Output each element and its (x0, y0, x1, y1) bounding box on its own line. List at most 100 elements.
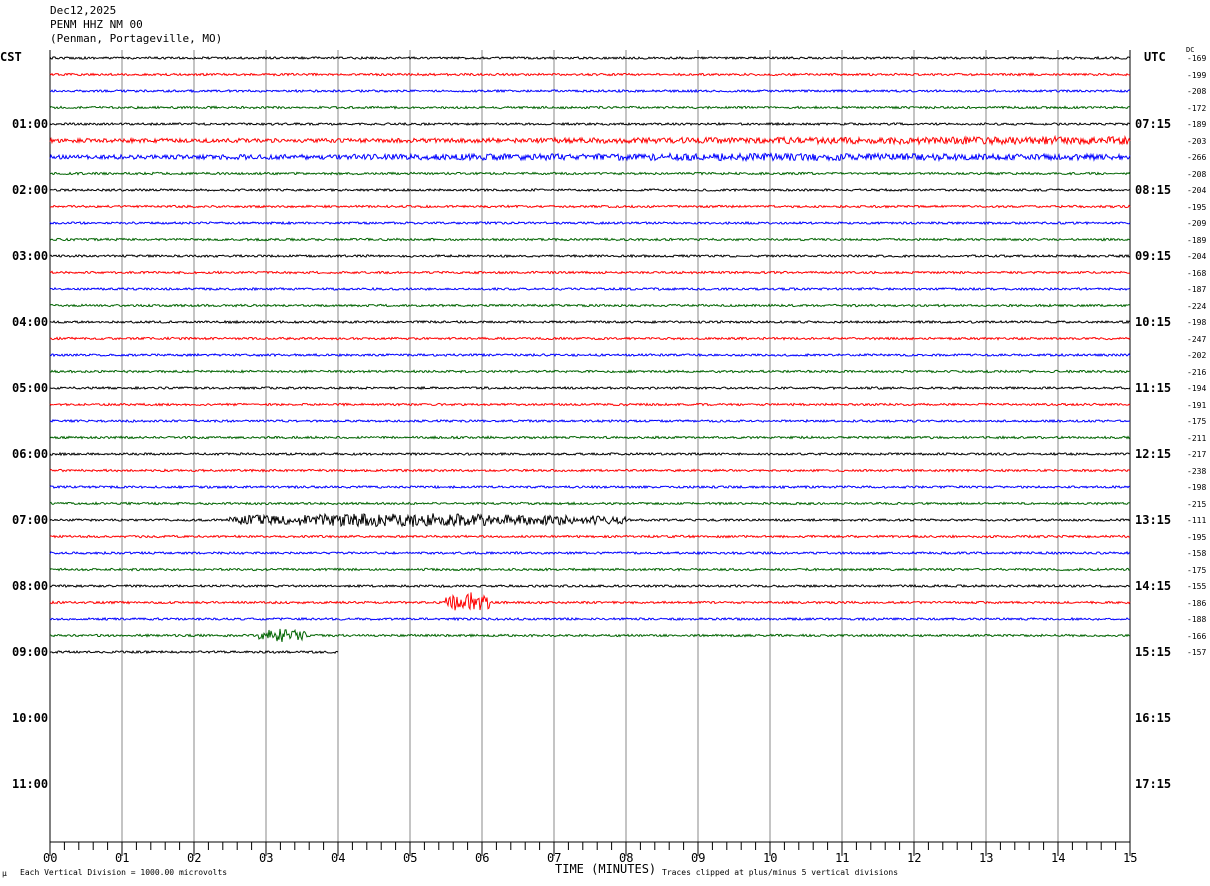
cst-hour-label: 11:00 (12, 777, 49, 791)
seismic-trace (49, 151, 1131, 163)
seismic-trace (50, 385, 1131, 391)
seismic-trace (49, 352, 1131, 358)
cst-hour-label: 04:00 (12, 315, 49, 329)
x-tick-label: 14 (1051, 851, 1066, 865)
dc-offset: -216 (1187, 367, 1207, 377)
seismic-trace (49, 402, 1131, 407)
dc-offset: -208 (1187, 169, 1207, 179)
dc-offset: -188 (1187, 615, 1207, 624)
dc-offset: -189 (1187, 235, 1207, 245)
micro-mark: µ (2, 869, 7, 878)
dc-offset: -157 (1187, 648, 1207, 657)
utc-hour-label: 13:15 (1135, 513, 1172, 527)
dc-offset: -166 (1187, 631, 1207, 641)
x-tick-label: 10 (763, 851, 778, 865)
dc-offset: -198 (1187, 318, 1207, 327)
x-tick-label: 13 (979, 851, 994, 865)
dc-offset: -211 (1187, 433, 1207, 443)
cst-hour-label: 05:00 (12, 381, 49, 395)
utc-hour-label: 10:15 (1135, 315, 1172, 329)
seismic-trace (49, 237, 1131, 242)
dc-offset: -168 (1187, 268, 1207, 278)
seismic-trace (49, 336, 1131, 341)
utc-hour-label: 16:15 (1135, 711, 1172, 725)
dc-offset: -266 (1187, 153, 1207, 162)
x-axis-title: TIME (MINUTES) (555, 862, 657, 876)
utc-hour-label: 07:15 (1135, 117, 1172, 131)
seismic-trace (49, 319, 1131, 325)
cst-hour-label: 01:00 (12, 117, 49, 131)
cst-hour-label: 08:00 (12, 579, 49, 593)
dc-offset: -209 (1187, 219, 1207, 228)
utc-hour-label: 09:15 (1135, 249, 1172, 263)
dc-offset: -203 (1187, 136, 1207, 146)
x-tick-label: 02 (187, 851, 202, 865)
seismic-trace (49, 134, 1131, 147)
seismic-trace (49, 270, 1131, 275)
seismic-trace (49, 512, 1131, 528)
seismic-trace (49, 534, 1130, 539)
dc-offset: -202 (1187, 351, 1207, 360)
dc-offset: -204 (1187, 252, 1207, 261)
seismic-trace (49, 55, 1131, 61)
dc-offset: -175 (1187, 565, 1207, 575)
dc-offset: -195 (1187, 202, 1207, 212)
seismic-trace (49, 171, 1131, 176)
seismic-trace (49, 121, 1131, 127)
seismic-trace (49, 501, 1131, 506)
scale-note: Each Vertical Division = 1000.00 microvo… (20, 868, 228, 877)
x-tick-label: 00 (43, 851, 58, 865)
seismic-trace (49, 628, 1131, 642)
seismic-trace (49, 567, 1131, 572)
dc-offset: -169 (1187, 54, 1207, 63)
dc-offset: -215 (1187, 499, 1207, 509)
seismic-trace (49, 451, 1130, 457)
x-tick-label: 09 (691, 851, 706, 865)
dc-offset: -224 (1187, 301, 1207, 311)
utc-hour-label: 11:15 (1135, 381, 1172, 395)
utc-hour-label: 12:15 (1135, 447, 1172, 461)
x-tick-label: 15 (1123, 851, 1138, 865)
seismic-trace (49, 303, 1131, 308)
dc-offset: -195 (1187, 532, 1207, 542)
seismic-trace (49, 484, 1131, 490)
cst-hour-label: 09:00 (12, 645, 49, 659)
dc-offset: -186 (1187, 598, 1207, 608)
x-tick-label: 05 (403, 851, 418, 865)
seismic-trace (49, 418, 1131, 424)
seismic-trace (49, 468, 1131, 473)
seismic-trace (49, 72, 1131, 77)
dc-offset: -155 (1187, 582, 1207, 591)
dc-offset: -238 (1187, 466, 1207, 476)
x-tick-label: 03 (259, 851, 274, 865)
seismic-trace (49, 369, 1131, 374)
seismic-trace (49, 435, 1131, 440)
seismic-trace (49, 105, 1131, 110)
seismic-trace (49, 583, 1131, 589)
seismic-trace (49, 592, 1131, 611)
dc-offset: -217 (1187, 450, 1207, 459)
utc-hour-label: 15:15 (1135, 645, 1172, 659)
dc-offset: -189 (1187, 120, 1207, 129)
cst-hour-label: 03:00 (12, 249, 49, 263)
dc-offset: -175 (1187, 417, 1207, 426)
utc-hour-label: 17:15 (1135, 777, 1172, 791)
seismic-trace (49, 187, 1131, 193)
seismic-trace (49, 88, 1131, 94)
seismic-trace (49, 204, 1131, 209)
dc-offset: -208 (1187, 87, 1207, 96)
x-tick-label: 11 (835, 851, 850, 865)
cst-hour-label: 10:00 (12, 711, 49, 725)
dc-offset: -247 (1187, 334, 1207, 344)
x-tick-label: 12 (907, 851, 922, 865)
dc-offset: -199 (1187, 70, 1207, 80)
cst-hour-label: 07:00 (12, 513, 49, 527)
dc-offset: -194 (1187, 384, 1207, 393)
seismic-trace (49, 253, 1131, 259)
seismic-trace (49, 220, 1131, 226)
helicorder-plot (49, 50, 1131, 856)
seismic-trace (49, 286, 1131, 292)
dc-offset: -111 (1187, 516, 1207, 525)
seismic-trace (49, 616, 1131, 622)
dc-offset: -198 (1187, 483, 1207, 492)
